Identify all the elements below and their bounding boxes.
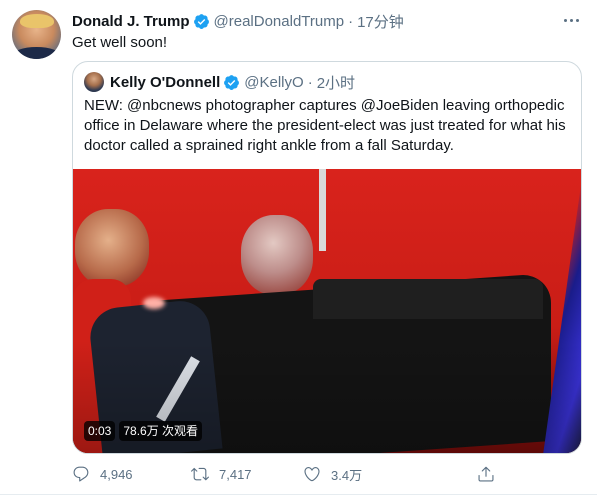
tweet-text: Get well soon!: [72, 34, 168, 51]
reply-count: 4,946: [100, 466, 133, 482]
avatar-suit-shape: [12, 47, 61, 59]
like-icon: [304, 467, 320, 482]
quoted-author-avatar: [84, 72, 104, 92]
more-options-icon[interactable]: [558, 10, 584, 30]
video-meta: 0:03 78.6万 次观看: [84, 421, 203, 441]
avatar-hair-shape: [20, 14, 54, 28]
video-player[interactable]: 0:03 78.6万 次观看: [73, 169, 581, 453]
video-frame-shade: [73, 169, 581, 453]
quoted-header-separator: ·: [307, 73, 313, 91]
share-button[interactable]: [477, 462, 495, 486]
retweet-icon: [191, 467, 209, 481]
quoted-author-name: Kelly O'Donnell: [110, 73, 221, 91]
quoted-timestamp: 2小时: [316, 74, 356, 92]
share-icon: [478, 466, 494, 482]
quoted-author-handle: @KellyO: [244, 73, 304, 91]
retweet-count: 7,417: [219, 466, 252, 482]
verified-badge-icon: [193, 13, 209, 29]
reply-icon: [73, 466, 89, 482]
tweet-actions: 4,946 7,417 3.4万: [72, 462, 502, 486]
tweet-card[interactable]: Donald J. Trump @realDonaldTrump · 17分钟 …: [0, 0, 597, 495]
video-duration: 0:03: [84, 421, 116, 441]
tweet-header: Donald J. Trump @realDonaldTrump · 17分钟: [72, 11, 404, 31]
quoted-tweet-header: Kelly O'Donnell @KellyO · 2小时: [84, 72, 355, 92]
tweet-timestamp[interactable]: 17分钟: [357, 11, 404, 32]
quoted-tweet-text: NEW: @nbcnews photographer captures @Joe…: [84, 97, 566, 154]
author-handle[interactable]: @realDonaldTrump: [214, 13, 345, 30]
verified-badge-icon: [224, 74, 240, 90]
author-name[interactable]: Donald J. Trump: [72, 13, 190, 30]
video-views: 78.6万 次观看: [119, 421, 203, 441]
like-button[interactable]: 3.4万: [303, 462, 362, 486]
reply-button[interactable]: 4,946: [72, 462, 133, 486]
quoted-tweet[interactable]: Kelly O'Donnell @KellyO · 2小时 NEW: @nbcn…: [72, 61, 582, 454]
author-avatar[interactable]: [12, 10, 61, 59]
header-separator: ·: [348, 12, 354, 30]
retweet-button[interactable]: 7,417: [191, 462, 252, 486]
like-count: 3.4万: [331, 467, 363, 483]
